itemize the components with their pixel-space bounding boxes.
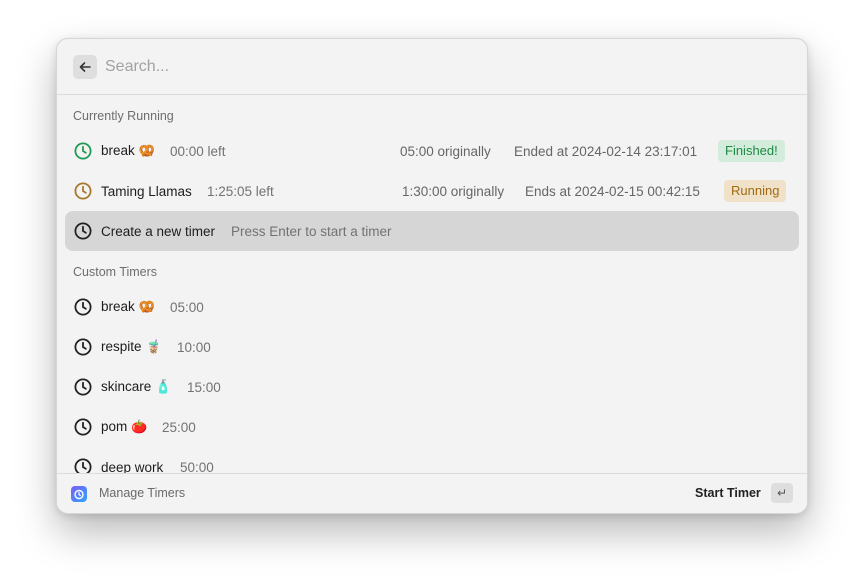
clock-icon [74,142,92,160]
custom-timer-row[interactable]: break 🥨 05:00 [65,287,799,327]
timer-app-icon [71,486,87,502]
start-timer-action[interactable]: Start Timer [695,486,761,500]
timer-title: break 🥨 [101,143,155,158]
custom-timer-row[interactable]: respite 🧋 10:00 [65,327,799,367]
custom-timer-row[interactable]: skincare 🧴 15:00 [65,367,799,407]
manage-timers-label[interactable]: Manage Timers [99,486,185,500]
status-badge-running: Running [724,180,787,202]
pretzel-emoji: 🥨 [138,143,155,158]
timer-original: 1:30:00 originally [402,183,505,199]
timer-title: Taming Llamas [101,183,192,199]
action-bar: Manage Timers Start Timer ↵ [57,473,807,513]
back-button[interactable] [73,55,97,79]
clock-icon [74,378,92,396]
pretzel-emoji: 🥨 [138,299,155,314]
timer-title: break 🥨 [101,299,155,314]
timer-remaining: 1:25:05 left [207,183,274,199]
create-timer-hint: Press Enter to start a timer [231,223,392,239]
timer-duration: 10:00 [177,339,211,355]
bubble-tea-emoji: 🧋 [145,339,162,354]
timer-original: 05:00 originally [400,143,491,159]
search-input[interactable] [105,53,705,81]
timer-duration: 25:00 [162,419,196,435]
timer-ended-at: Ended at 2024-02-14 23:17:01 [514,143,698,159]
running-timer-row[interactable]: Taming Llamas 1:25:05 left 1:30:00 origi… [65,171,799,211]
section-header-running: Currently Running [73,109,174,123]
timer-title: respite 🧋 [101,339,162,354]
tomato-emoji: 🍅 [131,419,148,434]
raycast-window: Currently Running break🥨 00:00 left 05:0… [56,38,808,514]
arrow-left-icon [79,62,91,72]
enter-key-icon[interactable]: ↵ [771,483,793,503]
clock-icon [74,298,92,316]
clock-icon [74,182,92,200]
clock-icon [74,418,92,436]
clock-icon [74,338,92,356]
status-badge-finished: Finished! [718,140,785,162]
create-timer-title: Create a new timer [101,223,216,239]
custom-timer-row[interactable]: pom 🍅 25:00 [65,407,799,447]
lotion-emoji: 🧴 [155,379,172,394]
stopwatch-icon [74,489,84,500]
search-bar [57,39,807,95]
timer-remaining: 00:00 left [170,143,226,159]
timer-ends-at: Ends at 2024-02-15 00:42:15 [525,183,700,199]
timer-duration: 15:00 [187,379,221,395]
timer-duration: 05:00 [170,299,204,315]
clock-icon [74,222,92,240]
running-timer-row[interactable]: break 🥨 00:00 left 05:00 originally Ended… [65,131,799,171]
timer-title: skincare 🧴 [101,379,172,394]
timer-title: pom 🍅 [101,419,148,434]
section-header-custom: Custom Timers [73,265,158,279]
create-timer-row[interactable]: Create a new timer Press Enter to start … [65,211,799,251]
